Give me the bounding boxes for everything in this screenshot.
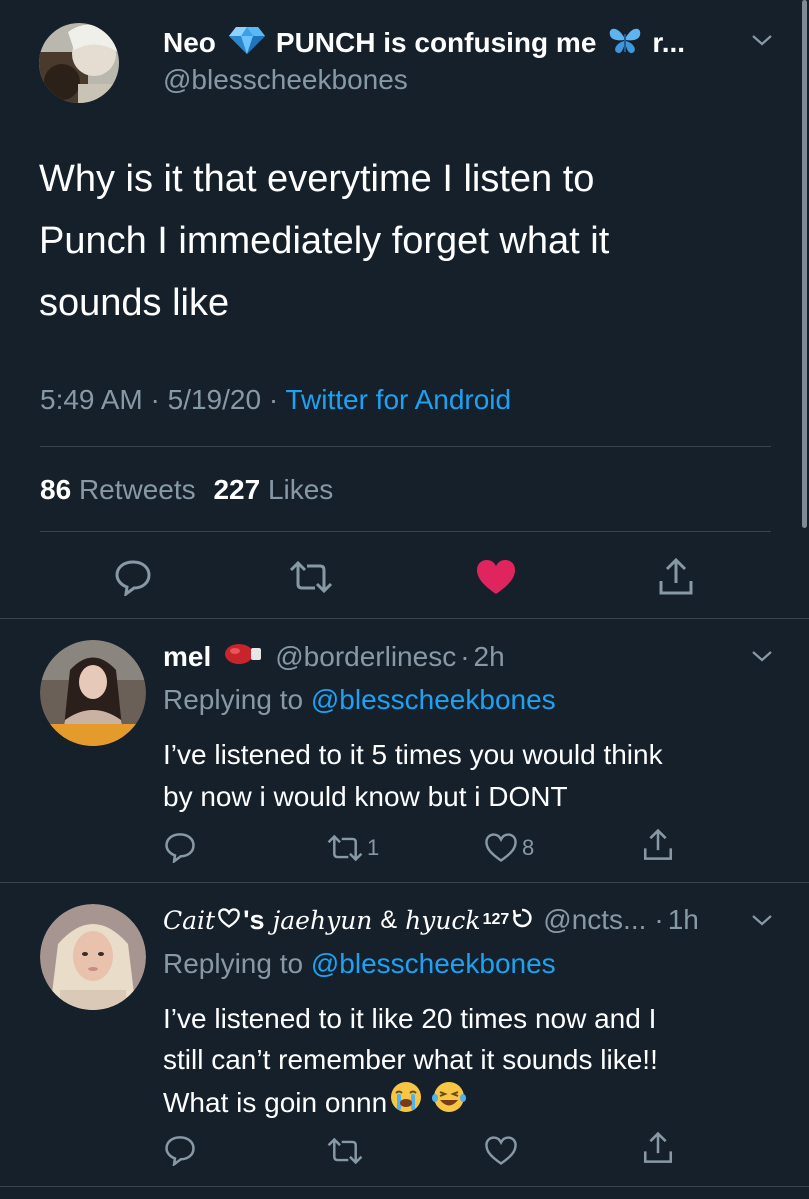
chevron-down-icon[interactable] (750, 32, 774, 53)
retweet-count: 1 (367, 835, 380, 860)
reply-text-line: What is goin onnn (163, 1087, 388, 1118)
share-icon[interactable] (641, 828, 675, 862)
scrollbar[interactable] (802, 0, 807, 528)
retweets-label: Retweets (78, 474, 196, 505)
name-part: & (380, 905, 398, 934)
reply-header: mel @borderlinesc · 2h (163, 640, 505, 674)
diamond-icon (228, 25, 266, 62)
tweet-meta: 5:49 AM · 5/19/20 · Twitter for Android (40, 384, 511, 416)
divider (0, 618, 809, 619)
author-name-row[interactable]: Neo PUNCH is confusing me r... (163, 26, 685, 60)
replying-to-handle[interactable]: @blesscheekbones (311, 948, 556, 979)
reply-icon[interactable] (163, 831, 197, 863)
boxing-glove-icon (223, 641, 263, 673)
replying-to: Replying to @blesscheekbones (163, 948, 556, 980)
butterfly-icon (608, 25, 642, 62)
heart-outline-icon (217, 906, 241, 935)
meta-separator: · (150, 384, 160, 415)
divider (40, 446, 771, 447)
retweet-icon[interactable] (325, 1137, 365, 1165)
retweets-stat[interactable]: 86 Retweets (40, 474, 203, 505)
reply-icon[interactable] (163, 1134, 197, 1166)
reply-handle[interactable]: @borderlinesc (275, 641, 456, 673)
name-part: 127 (482, 911, 510, 928)
name-part: Cait (163, 905, 216, 935)
refresh-icon (511, 906, 533, 935)
dot-separator: · (460, 641, 470, 672)
replying-to-handle[interactable]: @blesscheekbones (311, 684, 556, 715)
tweet-time: 5:49 AM (40, 384, 143, 415)
retweet-icon[interactable] (287, 560, 335, 594)
reply-text-line: I’ve listened to it 5 times you would th… (163, 739, 663, 770)
reply-handle[interactable]: @ncts... (543, 904, 646, 936)
dot-separator: · (654, 904, 664, 935)
display-name-tail: r... (652, 27, 686, 58)
reply-text-line-with-emoji: What is goin onnn (163, 1080, 783, 1125)
tweet-text: Why is it that everytime I listen to Pun… (39, 148, 779, 334)
tweet-source[interactable]: Twitter for Android (285, 384, 511, 415)
retweet-button[interactable]: 1 (325, 834, 379, 862)
name-part: jaehyun (272, 905, 373, 935)
name-part: 's (243, 904, 265, 935)
divider (0, 882, 809, 883)
heart-icon[interactable] (484, 1135, 518, 1166)
reply-display-name[interactable]: mel (163, 641, 211, 673)
retweet-icon (325, 834, 365, 862)
reply-time: 2h (473, 641, 505, 672)
divider (0, 1186, 809, 1187)
likes-count: 227 (213, 474, 261, 505)
reply-text-line: still can’t remember what it sounds like… (163, 1044, 658, 1075)
likes-stat[interactable]: 227 Likes (213, 474, 333, 505)
reply-text: I’ve listened to it like 20 times now an… (163, 998, 783, 1125)
tweet-date: 5/19/20 (167, 384, 262, 415)
replying-prefix: Replying to (163, 684, 304, 715)
tweet-text-line: sounds like (39, 282, 230, 324)
author-handle[interactable]: @blesscheekbones (163, 64, 408, 96)
display-name: Neo (163, 27, 216, 58)
retweets-count: 86 (40, 474, 72, 505)
reply-icon[interactable] (113, 558, 153, 596)
meta-separator: · (268, 384, 279, 415)
replying-to: Replying to @blesscheekbones (163, 684, 556, 716)
name-part: hyuck (405, 905, 481, 935)
chevron-down-icon[interactable] (750, 648, 774, 669)
crying-face-icon (389, 1080, 423, 1125)
reply-avatar[interactable] (40, 640, 146, 746)
reply-display-name[interactable]: Cait 's jaehyun & hyuck 127 (163, 905, 533, 936)
author-avatar[interactable] (38, 12, 120, 114)
share-icon[interactable] (656, 557, 696, 597)
likes-label: Likes (267, 474, 334, 505)
reply-text-line: I’ve listened to it like 20 times now an… (163, 1003, 657, 1034)
display-name-text: PUNCH is confusing me (275, 27, 597, 58)
share-icon[interactable] (641, 1131, 675, 1165)
like-button[interactable]: 8 (484, 832, 534, 863)
reply-text-line: by now i would know but i DONT (163, 781, 568, 812)
replying-prefix: Replying to (163, 948, 304, 979)
reply-avatar[interactable] (40, 904, 146, 1010)
tweet-text-line: Why is it that everytime I listen to (39, 158, 595, 200)
heart-icon (484, 832, 518, 863)
laughing-tears-icon (431, 1080, 467, 1125)
chevron-down-icon[interactable] (750, 912, 774, 933)
reply-time: 1h (667, 904, 699, 935)
tweet-stats: 86 Retweets 227 Likes (40, 474, 333, 506)
reply-header: Cait 's jaehyun & hyuck 127 @ncts... · 1… (163, 902, 699, 938)
divider (40, 531, 771, 532)
like-icon-filled[interactable] (475, 558, 517, 596)
tweet-text-line: Punch I immediately forget what it (39, 220, 610, 262)
like-count: 8 (522, 834, 535, 860)
reply-text: I’ve listened to it 5 times you would th… (163, 734, 783, 818)
